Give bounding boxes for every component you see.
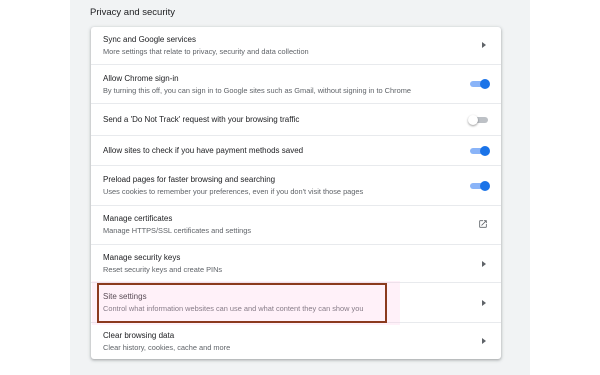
- preload-pages-toggle[interactable]: [468, 181, 490, 191]
- row-title: Manage certificates: [103, 214, 173, 223]
- chevron-right-icon: [482, 42, 486, 48]
- do-not-track-toggle[interactable]: [468, 115, 490, 125]
- row-do-not-track: Send a 'Do Not Track' request with your …: [91, 103, 501, 135]
- row-manage-security-keys[interactable]: Manage security keys Reset security keys…: [91, 244, 501, 282]
- payment-methods-toggle[interactable]: [468, 146, 490, 156]
- toggle-knob: [468, 115, 478, 125]
- row-title: Manage security keys: [103, 253, 181, 262]
- row-title: Allow Chrome sign-in: [103, 74, 179, 83]
- chevron-right-icon: [482, 338, 486, 344]
- row-title: Sync and Google services: [103, 35, 196, 44]
- row-subtitle: Control what information websites can us…: [103, 304, 364, 313]
- row-subtitle: Clear history, cookies, cache and more: [103, 343, 231, 352]
- allow-chrome-signin-toggle[interactable]: [468, 79, 490, 89]
- row-subtitle: More settings that relate to privacy, se…: [103, 47, 309, 56]
- external-link-icon: [479, 220, 487, 228]
- row-title: Site settings: [103, 292, 147, 301]
- row-sync-google-services[interactable]: Sync and Google services More settings t…: [91, 27, 501, 64]
- toggle-knob: [480, 146, 490, 156]
- row-subtitle: Reset security keys and create PINs: [103, 265, 223, 274]
- chevron-right-icon: [482, 261, 486, 267]
- row-title: Clear browsing data: [103, 331, 175, 340]
- toggle-knob: [480, 79, 490, 89]
- section-title: Privacy and security: [90, 7, 176, 18]
- settings-page: Privacy and security Sync and Google ser…: [0, 0, 600, 375]
- row-manage-certificates[interactable]: Manage certificates Manage HTTPS/SSL cer…: [91, 205, 501, 244]
- row-payment-methods: Allow sites to check if you have payment…: [91, 135, 501, 165]
- privacy-security-card: Sync and Google services More settings t…: [91, 27, 501, 359]
- row-site-settings[interactable]: Site settings Control what information w…: [91, 282, 501, 322]
- row-title: Send a 'Do Not Track' request with your …: [103, 115, 300, 124]
- row-clear-browsing-data[interactable]: Clear browsing data Clear history, cooki…: [91, 322, 501, 359]
- toggle-knob: [480, 181, 490, 191]
- row-subtitle: Uses cookies to remember your preference…: [103, 187, 364, 196]
- row-preload-pages: Preload pages for faster browsing and se…: [91, 165, 501, 205]
- row-subtitle: By turning this off, you can sign in to …: [103, 86, 411, 95]
- row-subtitle: Manage HTTPS/SSL certificates and settin…: [103, 226, 252, 235]
- row-allow-chrome-signin: Allow Chrome sign-in By turning this off…: [91, 64, 501, 103]
- row-title: Allow sites to check if you have payment…: [103, 146, 304, 155]
- row-title: Preload pages for faster browsing and se…: [103, 175, 276, 184]
- chevron-right-icon: [482, 300, 486, 306]
